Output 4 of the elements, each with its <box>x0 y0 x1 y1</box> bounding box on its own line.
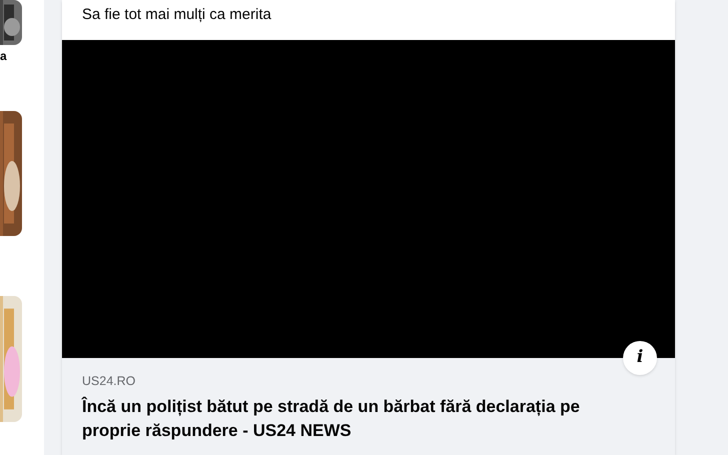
post-text: Sa fie tot mai mulți ca merita <box>81 5 272 25</box>
link-title[interactable]: Încă un polițist bătut pe stradă de un bărbat fără declarația pe proprie răspundere - US24 NEWS <box>82 394 642 443</box>
link-domain: US24.RO <box>82 373 136 390</box>
thumbnail-caption: a <box>0 49 7 63</box>
